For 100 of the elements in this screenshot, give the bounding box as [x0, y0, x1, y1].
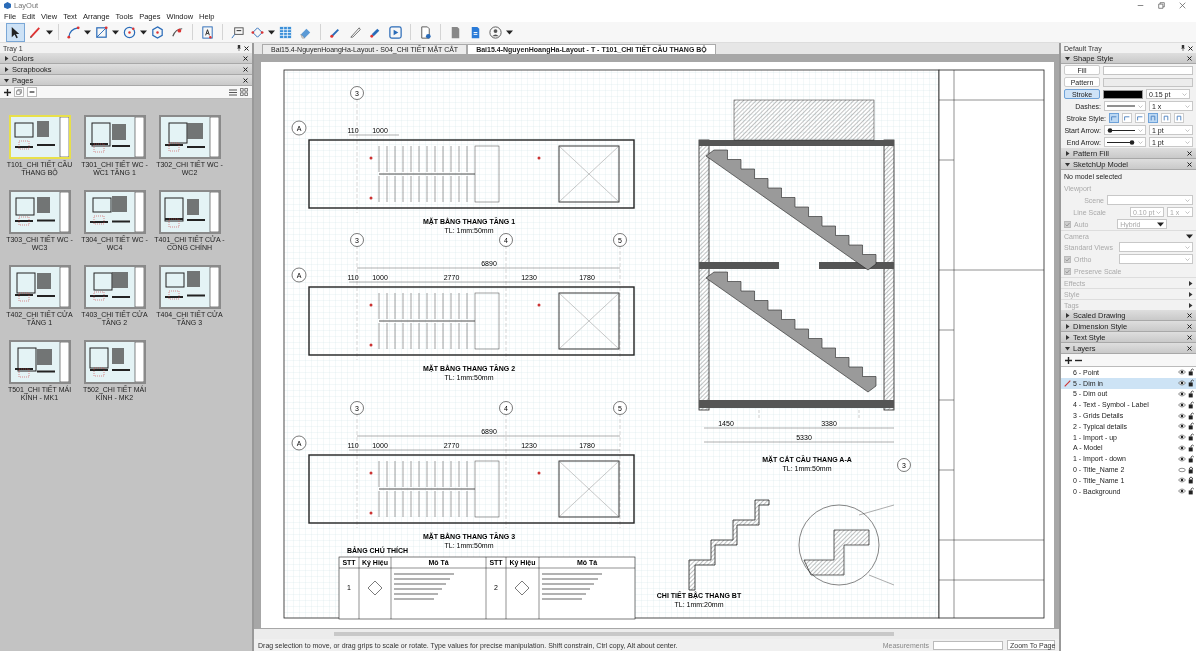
stroke-style-button[interactable] [1135, 113, 1145, 123]
stroke-color-swatch[interactable] [1103, 89, 1143, 99]
eye-icon[interactable] [1178, 380, 1186, 387]
page-thumbnail[interactable] [158, 190, 221, 234]
eye-icon[interactable] [1178, 488, 1186, 495]
add-icon[interactable] [1065, 356, 1072, 364]
close-icon[interactable] [1187, 323, 1192, 329]
caret-icon[interactable] [1186, 233, 1193, 239]
page-thumbnail[interactable] [158, 115, 221, 159]
expanded-triangle-icon[interactable] [1065, 345, 1070, 351]
expanded-triangle-icon[interactable] [1065, 55, 1070, 61]
unlocked-icon[interactable] [1188, 379, 1194, 388]
axis-bubble [613, 401, 627, 415]
close-icon[interactable] [243, 77, 248, 83]
eye-icon[interactable] [1178, 434, 1186, 441]
collapsed-triangle-icon[interactable] [1065, 150, 1070, 156]
chevron-icon [1185, 104, 1190, 108]
caret-icon[interactable] [84, 29, 91, 35]
collapsed-triangle-icon[interactable] [1065, 334, 1070, 340]
page-thumbnail[interactable] [83, 190, 146, 234]
collapsed-triangle-icon[interactable] [1065, 323, 1070, 329]
collapsed-triangle-icon[interactable] [1065, 312, 1070, 318]
close-icon[interactable] [244, 45, 249, 51]
pin-icon[interactable] [1181, 45, 1185, 51]
remove-page-button[interactable] [27, 87, 37, 97]
lock-icon[interactable] [1188, 465, 1194, 474]
chevron-icon [1182, 92, 1187, 96]
measurements-field[interactable] [933, 640, 1003, 650]
section-symbol-icon [514, 580, 530, 596]
close-icon[interactable] [243, 66, 248, 72]
caret-icon[interactable] [46, 29, 53, 35]
close-icon[interactable] [1187, 334, 1192, 340]
page-thumbnail[interactable] [83, 265, 146, 309]
chevron-icon [1138, 104, 1143, 108]
circle-icon [122, 24, 137, 40]
caret-icon[interactable] [506, 29, 513, 35]
collapsed-triangle-icon[interactable] [4, 66, 9, 72]
stroke-style-button[interactable] [1122, 113, 1132, 123]
line-join-icon [1163, 115, 1169, 121]
unlocked-icon[interactable] [1188, 454, 1194, 463]
caret-icon[interactable] [112, 29, 119, 35]
unlocked-icon[interactable] [1188, 400, 1194, 409]
line-join-icon [1176, 115, 1182, 121]
caret-icon[interactable] [1157, 221, 1165, 227]
eye-icon[interactable] [1178, 412, 1186, 419]
start-arrow-select[interactable] [1104, 125, 1146, 135]
list-view-icon[interactable] [229, 88, 237, 96]
axis-bubble [350, 233, 364, 247]
line-cap-icon [1124, 115, 1130, 121]
eye-icon[interactable] [1178, 444, 1186, 451]
pattern-field[interactable] [1103, 77, 1193, 87]
restore-icon[interactable] [1158, 2, 1165, 9]
solid-line-icon [1107, 105, 1135, 107]
close-icon[interactable] [1187, 161, 1192, 167]
fill-color-field[interactable] [1103, 65, 1193, 75]
page-thumbnail[interactable] [8, 340, 71, 384]
close-icon[interactable] [1188, 45, 1193, 51]
dimension-icon [250, 24, 265, 40]
page-thumbnail[interactable] [158, 265, 221, 309]
chevron-icon [1138, 128, 1143, 132]
unlocked-icon[interactable] [1188, 443, 1194, 452]
close-icon[interactable] [1187, 345, 1192, 351]
close-icon[interactable] [1187, 55, 1192, 61]
axis-bubble [350, 86, 364, 100]
chevron-icon [1156, 210, 1161, 214]
line-join-icon [1150, 115, 1156, 121]
lock-icon[interactable] [1188, 476, 1194, 485]
caret-icon[interactable] [140, 29, 147, 35]
eye-icon[interactable] [1178, 401, 1186, 408]
tool-button[interactable] [6, 22, 25, 42]
unlocked-icon[interactable] [1188, 390, 1194, 398]
end-arrow-select[interactable] [1104, 137, 1146, 147]
page-thumbnail[interactable] [83, 115, 146, 159]
unlocked-icon[interactable] [1188, 487, 1194, 496]
page-thumbnail[interactable] [8, 190, 71, 234]
close-icon[interactable] [1187, 312, 1192, 318]
eye-icon[interactable] [1178, 455, 1186, 462]
grid-view-icon[interactable] [240, 88, 248, 96]
eye-icon[interactable] [1178, 369, 1186, 376]
eye-icon[interactable] [1178, 423, 1186, 430]
scrollbar-thumb[interactable] [334, 632, 894, 636]
minimize-icon[interactable] [1137, 2, 1144, 9]
chevron-icon [1185, 245, 1190, 249]
expanded-triangle-icon[interactable] [4, 77, 9, 83]
eye-icon[interactable] [1178, 391, 1186, 397]
unlocked-icon[interactable] [1188, 433, 1194, 442]
arrow-line-icon [1107, 127, 1135, 133]
line-cap-icon [1137, 115, 1143, 121]
collapsed-triangle-icon[interactable] [4, 55, 9, 61]
unlocked-icon[interactable] [1188, 411, 1194, 420]
unlocked-icon[interactable] [1188, 422, 1194, 431]
close-icon[interactable] [1187, 150, 1192, 156]
close-icon[interactable] [243, 55, 248, 61]
page-thumbnail[interactable] [83, 340, 146, 384]
pin-icon[interactable] [237, 45, 241, 51]
caret-icon[interactable] [268, 29, 275, 35]
add-icon[interactable] [4, 88, 11, 96]
eye-icon[interactable] [1178, 477, 1186, 484]
page-thumbnail[interactable] [8, 265, 71, 309]
unlocked-icon[interactable] [1188, 368, 1194, 377]
